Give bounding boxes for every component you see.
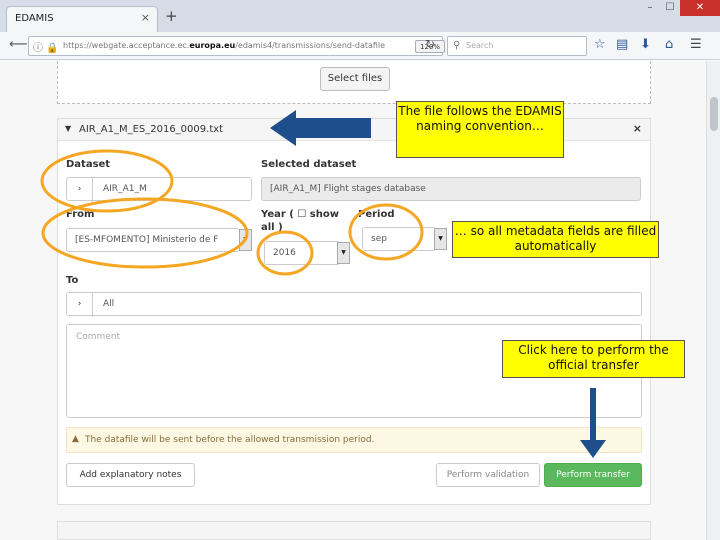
callout-metadata-filled: … so all metadata fields are filled auto… — [452, 221, 659, 258]
add-explanatory-notes-button[interactable]: Add explanatory notes — [66, 463, 195, 487]
tab-close-icon[interactable]: × — [141, 11, 150, 24]
selected-dataset-field: [AIR_A1_M] Flight stages database — [261, 177, 641, 201]
perform-transfer-button[interactable]: Perform transfer — [544, 463, 642, 487]
selected-dataset-label: Selected dataset — [261, 159, 357, 170]
year-label-line2: all ) — [261, 222, 283, 233]
download-icon[interactable]: ⬇ — [640, 37, 651, 53]
reading-list-icon[interactable]: ▤ — [616, 37, 628, 53]
maximize-icon[interactable]: ☐ — [660, 0, 680, 16]
from-dropdown-arrow-icon[interactable]: ▼ — [239, 229, 252, 251]
menu-icon[interactable]: ☰ — [690, 37, 702, 53]
scrollbar-thumb[interactable] — [710, 97, 718, 131]
dataset-label: Dataset — [66, 159, 111, 170]
period-dropdown-arrow-icon[interactable]: ▼ — [434, 228, 447, 250]
from-label: From — [66, 209, 95, 220]
to-value: All — [103, 299, 115, 309]
browser-nav-bar: ⟵ ⓘ 🔒 https://webgate.acceptance.ec.euro… — [0, 32, 720, 60]
window-close-icon[interactable]: ✕ — [680, 0, 720, 16]
browser-tab[interactable]: EDAMIS × — [6, 6, 158, 32]
select-files-button[interactable]: Select files — [320, 67, 390, 91]
year-label: Year ( ☐ show — [261, 209, 339, 220]
year-select[interactable]: 2016 — [264, 241, 340, 265]
to-label: To — [66, 275, 79, 286]
browser-search-input[interactable]: ⚲ Search — [447, 36, 587, 56]
address-bar[interactable]: ⓘ 🔒 https://webgate.acceptance.ec.europa… — [28, 36, 446, 56]
next-panel — [57, 521, 651, 540]
back-icon[interactable]: ⟵ — [9, 37, 28, 53]
warning-icon: ▲ — [72, 434, 79, 444]
search-icon: ⚲ — [453, 40, 461, 51]
warning-text: The datafile will be sent before the all… — [85, 435, 375, 445]
search-placeholder: Search — [466, 41, 494, 50]
show-all-checkbox[interactable]: ☐ — [297, 209, 306, 220]
period-select[interactable]: sep — [362, 227, 436, 251]
chevron-right-icon[interactable]: › — [67, 293, 93, 317]
callout-perform-transfer: Click here to perform the official trans… — [502, 340, 685, 378]
reload-icon[interactable]: ↻ — [425, 37, 435, 51]
bookmark-star-icon[interactable]: ☆ — [594, 37, 606, 53]
home-icon[interactable]: ⌂ — [665, 37, 673, 53]
panel-close-icon[interactable]: × — [633, 122, 642, 135]
to-field[interactable]: › All — [66, 292, 642, 317]
panel-title: AIR_A1_M_ES_2016_0009.txt — [79, 124, 224, 135]
warning-alert: ▲ The datafile will be sent before the a… — [66, 427, 642, 453]
chevron-down-icon[interactable]: ▼ — [65, 124, 71, 133]
perform-validation-button[interactable]: Perform validation — [436, 463, 540, 487]
from-field[interactable]: [ES-MFOMENTO] Ministerio de F — [66, 228, 240, 252]
minimize-icon[interactable]: – — [640, 0, 660, 16]
year-dropdown-arrow-icon[interactable]: ▼ — [337, 242, 350, 264]
dataset-value: AIR_A1_M — [103, 184, 147, 194]
page-scrollbar[interactable] — [706, 61, 720, 540]
dataset-field[interactable]: › AIR_A1_M — [66, 177, 252, 202]
period-label: Period — [358, 209, 395, 220]
url-text: https://webgate.acceptance.ec.europa.eu/… — [63, 41, 386, 50]
chevron-right-icon[interactable]: › — [67, 178, 93, 202]
browser-tab-bar: EDAMIS × + – ☐ ✕ — [0, 0, 720, 32]
new-tab-icon[interactable]: + — [165, 9, 178, 24]
comment-placeholder: Comment — [76, 332, 121, 342]
site-info-icon[interactable]: ⓘ 🔒 — [33, 39, 59, 54]
callout-naming-convention: The file follows the EDAMIS naming conve… — [396, 101, 564, 158]
tab-title: EDAMIS — [15, 13, 54, 24]
